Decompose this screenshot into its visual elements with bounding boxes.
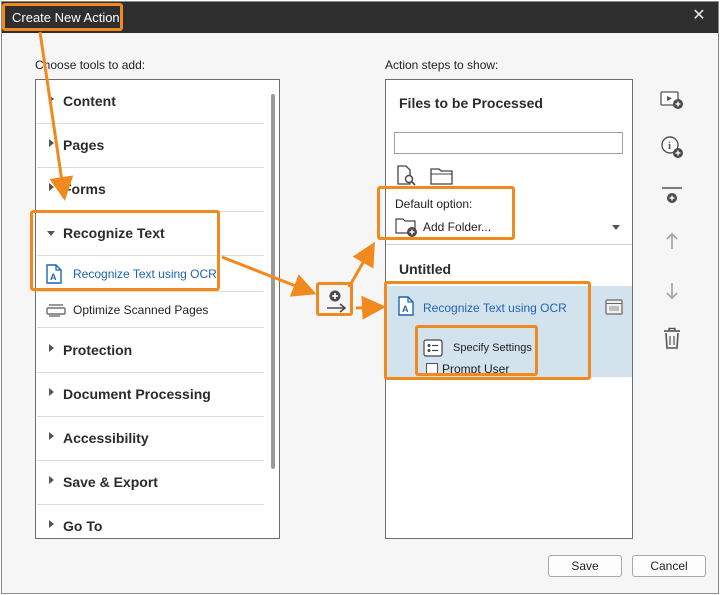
checkbox[interactable] [426,363,438,375]
specify-settings-button[interactable]: Specify Settings [421,337,543,361]
choose-tools-label: Choose tools to add: [35,58,146,72]
collapse-caret-icon [47,231,55,236]
files-heading: Files to be Processed [399,95,543,111]
create-new-action-dialog: Create New Action ✕ Choose tools to add:… [1,1,719,594]
expand-caret-icon [49,520,54,528]
expand-caret-icon [49,183,54,191]
tools-scrollbar[interactable] [271,94,275,469]
expand-caret-icon [49,476,54,484]
close-icon[interactable]: ✕ [690,7,708,25]
add-info-icon[interactable]: i [658,133,686,161]
svg-text:A: A [50,272,57,282]
files-input[interactable] [394,132,623,154]
expand-caret-icon [49,344,54,352]
add-folder-icon [395,216,419,238]
category-accessibility[interactable]: Accessibility [37,417,264,461]
add-folder-dropdown[interactable]: Add Folder... [394,215,624,239]
chevron-down-icon [612,225,620,230]
delete-icon[interactable] [658,324,686,352]
category-save-export[interactable]: Save & Export [37,461,264,505]
insert-divider-icon[interactable] [658,182,686,210]
browse-file-icon[interactable] [396,165,418,187]
prompt-user-checkbox[interactable]: Prompt User [426,361,536,377]
window-title: Create New Action [12,10,120,25]
step-options-icon[interactable] [605,299,623,315]
category-pages[interactable]: Pages [37,124,264,168]
divider [386,244,632,245]
category-document-processing[interactable]: Document Processing [37,373,264,417]
svg-text:i: i [668,140,671,152]
scanner-icon [46,302,66,318]
browse-folder-icon[interactable] [430,166,454,186]
expand-caret-icon [49,95,54,103]
move-up-icon[interactable] [658,228,686,256]
untitled-heading: Untitled [399,261,452,277]
move-down-icon[interactable] [658,277,686,305]
category-protection[interactable]: Protection [37,329,264,373]
add-arrow-icon [327,290,347,313]
pdf-ocr-icon: A [398,296,414,316]
expand-caret-icon [49,388,54,396]
save-button[interactable]: Save [548,555,622,577]
expand-caret-icon [49,432,54,440]
category-forms[interactable]: Forms [37,168,264,212]
tool-optimize-scanned-pages[interactable]: Optimize Scanned Pages [37,292,264,328]
settings-list-icon [423,339,443,357]
category-recognize-text[interactable]: Recognize Text [37,212,264,256]
category-go-to[interactable]: Go To [37,505,264,538]
svg-text:A: A [402,304,409,314]
title-bar: Create New Action ✕ [2,2,718,33]
cancel-button[interactable]: Cancel [632,555,706,577]
expand-caret-icon [49,139,54,147]
add-to-list-button[interactable] [322,288,352,316]
pdf-ocr-icon: A [46,264,62,284]
tool-recognize-text-ocr[interactable]: A Recognize Text using OCR [37,256,264,292]
category-content[interactable]: Content [37,80,264,124]
action-steps-label: Action steps to show: [385,58,499,72]
insert-instruction-icon[interactable] [658,85,686,113]
action-steps-panel: Files to be Processed Default option: Ad… [385,79,633,539]
action-step-row[interactable]: A Recognize Text using OCR Specify Setti… [386,286,632,377]
step-label: Recognize Text using OCR [423,301,567,315]
default-option-label: Default option: [395,197,473,211]
tools-list-panel: Content Pages Forms Recognize Text A Rec… [35,79,280,539]
